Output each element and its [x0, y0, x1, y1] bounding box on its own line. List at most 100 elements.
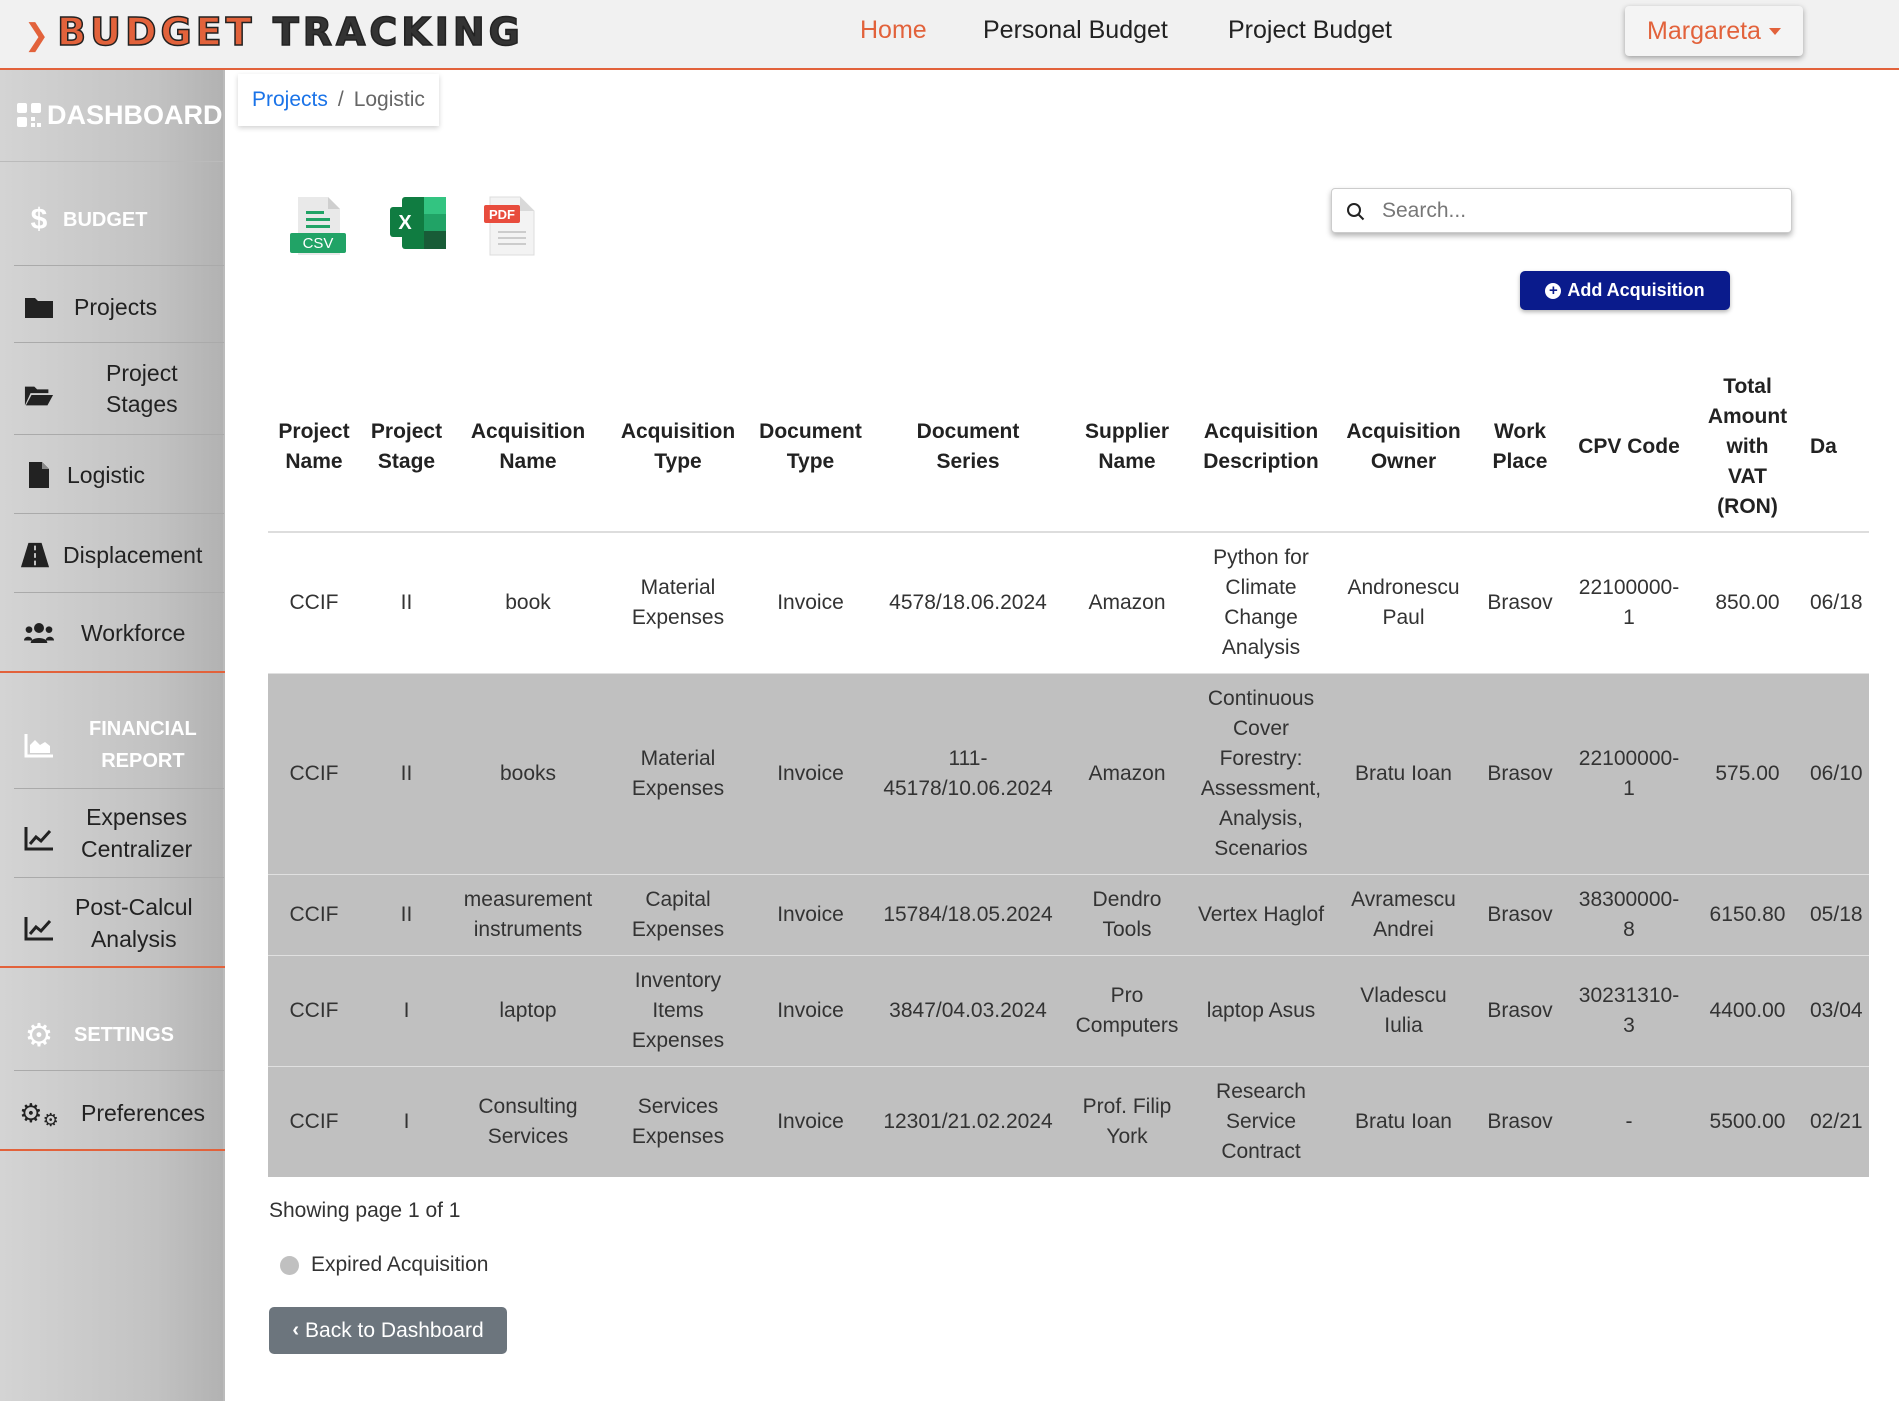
- table-cell: CCIF: [268, 873, 360, 955]
- user-menu-button[interactable]: Margareta: [1625, 6, 1803, 56]
- search-input[interactable]: [1382, 195, 1782, 227]
- app-logo[interactable]: ❯ BUDGET TRACKING: [24, 9, 524, 55]
- column-header[interactable]: Acquisition Description: [1186, 362, 1336, 533]
- table-cell: measurement instruments: [453, 873, 603, 955]
- breadcrumb-projects-link[interactable]: Projects: [252, 88, 328, 112]
- sidebar-header-budget-label: BUDGET: [63, 208, 148, 231]
- table-cell: Invoice: [753, 672, 868, 874]
- sidebar-item-expenses-centralizer-label: Expenses Centralizer: [81, 804, 193, 862]
- column-header[interactable]: Acquisition Name: [453, 362, 603, 533]
- table-cell: Invoice: [753, 954, 868, 1066]
- table-cell: Amazon: [1068, 672, 1186, 874]
- nav-personal-budget[interactable]: Personal Budget: [983, 16, 1168, 45]
- table-cell: Avramescu Andrei: [1336, 873, 1471, 955]
- table-cell: 850.00: [1689, 531, 1806, 673]
- back-to-dashboard-button[interactable]: ‹ Back to Dashboard: [269, 1307, 507, 1354]
- table-cell: II: [360, 531, 453, 673]
- table-cell: 575.00: [1689, 672, 1806, 874]
- legend-label: Expired Acquisition: [311, 1253, 489, 1276]
- table-cell: Material Expenses: [603, 672, 753, 874]
- table-cell: I: [360, 1065, 453, 1177]
- column-header[interactable]: Work Place: [1471, 362, 1569, 533]
- table-cell: 22100000-1: [1569, 672, 1689, 874]
- pagination-info: Showing page 1 of 1: [269, 1199, 461, 1222]
- table-row[interactable]: CCIF II books Material Expenses Invoice 111-4…: [268, 672, 1869, 874]
- dollar-icon: $: [30, 203, 48, 236]
- table-cell: Invoice: [753, 531, 868, 673]
- file-icon: [24, 460, 54, 490]
- table-row[interactable]: CCIF II book Material Expenses Invoice 4578/1…: [268, 531, 1869, 673]
- table-cell: books: [453, 672, 603, 874]
- column-header[interactable]: CPV Code: [1569, 362, 1689, 533]
- column-header[interactable]: Document Series: [868, 362, 1068, 533]
- add-acquisition-button[interactable]: + Add Acquisition: [1520, 271, 1730, 310]
- sidebar-header-settings: ⚙ SETTINGS: [0, 1010, 225, 1060]
- table-cell: 38300000-8: [1569, 873, 1689, 955]
- nav-project-budget[interactable]: Project Budget: [1228, 16, 1392, 45]
- table-row[interactable]: CCIF II measurement instruments Capital Exp…: [268, 873, 1869, 955]
- back-to-dashboard-label: Back to Dashboard: [305, 1318, 484, 1342]
- export-csv-button[interactable]: CSV: [288, 195, 348, 262]
- svg-text:X: X: [398, 212, 412, 234]
- table-cell: Capital Expenses: [603, 873, 753, 955]
- table-cell: Services Expenses: [603, 1065, 753, 1177]
- sidebar-item-projects[interactable]: Projects: [0, 282, 225, 332]
- table-cell: Inventory Items Expenses: [603, 954, 753, 1066]
- export-pdf-button[interactable]: PDF: [482, 195, 542, 262]
- sidebar-item-logistic[interactable]: Logistic: [0, 450, 225, 500]
- sidebar-item-preferences[interactable]: ⚙ ⚙ Preferences: [0, 1088, 225, 1138]
- column-header[interactable]: Project Stage: [360, 362, 453, 533]
- folder-icon: [24, 292, 54, 322]
- column-header[interactable]: Acquisition Owner: [1336, 362, 1471, 533]
- sidebar-dashboard[interactable]: DASHBOARD: [0, 90, 225, 140]
- sidebar-item-workforce[interactable]: Workforce: [0, 608, 225, 658]
- table-cell: Material Expenses: [603, 531, 753, 673]
- column-header[interactable]: Supplier Name: [1068, 362, 1186, 533]
- divider: [14, 1070, 224, 1071]
- export-excel-button[interactable]: X: [388, 195, 448, 258]
- table-row[interactable]: CCIF I Consulting Services Services Expense…: [268, 1065, 1869, 1177]
- expired-legend-swatch: [280, 1255, 299, 1275]
- sidebar-item-project-stages[interactable]: Project Stages: [0, 355, 225, 435]
- svg-text:PDF: PDF: [489, 207, 515, 222]
- table-cell: 02/21: [1806, 1065, 1869, 1177]
- divider: [14, 434, 224, 435]
- table-cell: Bratu Ioan: [1336, 1065, 1471, 1177]
- table-cell: -: [1569, 1065, 1689, 1177]
- column-header[interactable]: Da: [1806, 362, 1869, 533]
- table-cell: Dendro Tools: [1068, 873, 1186, 955]
- excel-icon: X: [390, 197, 446, 249]
- table-row[interactable]: CCIF Ilaptop Inventory Items Expenses Invoi…: [268, 954, 1869, 1066]
- sidebar-item-project-stages-label: Project Stages: [106, 360, 178, 417]
- gears-icon: ⚙ ⚙: [19, 1097, 59, 1130]
- area-chart-icon: [24, 730, 54, 760]
- table-cell: Prof. Filip York: [1068, 1065, 1186, 1177]
- grid-icon: [14, 100, 44, 130]
- column-header[interactable]: Acquisition Type: [603, 362, 753, 533]
- sidebar-item-displacement-label: Displacement: [63, 541, 203, 568]
- nav-home[interactable]: Home: [860, 16, 927, 45]
- table-cell: Brasov: [1471, 873, 1569, 955]
- column-header[interactable]: Document Type: [753, 362, 868, 533]
- sidebar-item-post-calcul-analysis[interactable]: Post-Calcul Analysis: [0, 888, 225, 968]
- table-cell: Invoice: [753, 873, 868, 955]
- logo-chevron-icon: ❯: [24, 18, 54, 53]
- acquisitions-table: Project Name Project Stage Acquisition Name Ac…: [268, 362, 1869, 1177]
- table-cell: 111-45178/10.06.2024: [868, 672, 1068, 874]
- table-cell: 05/18: [1806, 873, 1869, 955]
- section-divider: [0, 671, 225, 673]
- sidebar-item-displacement[interactable]: Displacement: [0, 530, 225, 580]
- table-cell: laptop: [453, 954, 603, 1066]
- top-navbar: ❯ BUDGET TRACKING Home Personal Budget Pr…: [0, 0, 1899, 70]
- acquisitions-table-container[interactable]: Project Name Project Stage Acquisition Name Ac…: [268, 362, 1869, 1177]
- road-icon: [20, 540, 50, 570]
- column-header[interactable]: Project Name: [268, 362, 360, 533]
- divider: [14, 342, 224, 343]
- sidebar-item-projects-label: Projects: [74, 293, 158, 320]
- column-header[interactable]: Total Amount with VAT (RON): [1689, 362, 1806, 533]
- sidebar-item-expenses-centralizer[interactable]: Expenses Centralizer: [0, 798, 225, 878]
- table-cell: 06/18: [1806, 531, 1869, 673]
- table-cell: Continuous Cover Forestry: Assessment, A…: [1186, 672, 1336, 874]
- table-cell: Brasov: [1471, 954, 1569, 1066]
- svg-text:CSV: CSV: [303, 235, 334, 252]
